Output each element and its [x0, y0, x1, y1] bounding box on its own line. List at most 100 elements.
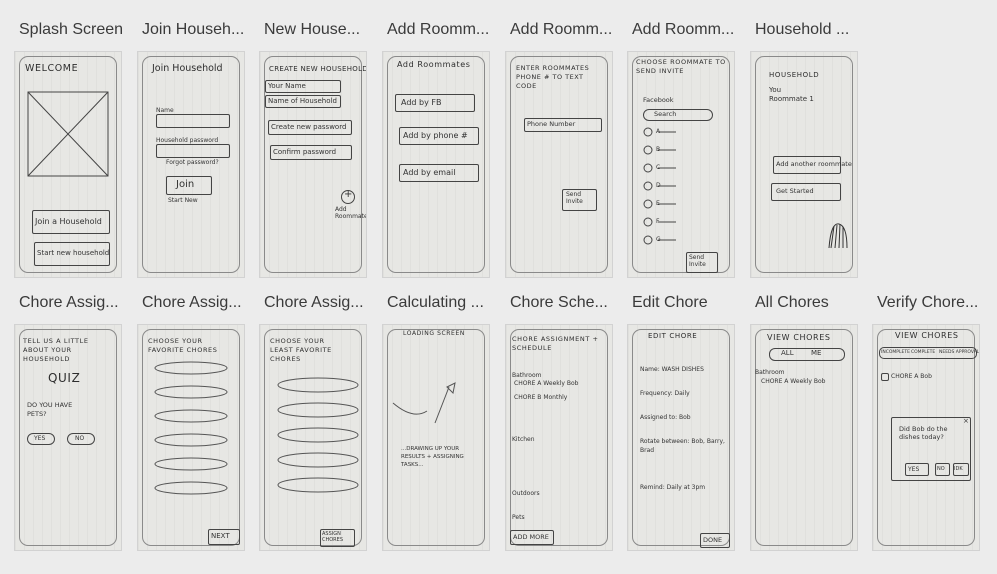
- screen-title: Verify Chore...: [877, 294, 979, 311]
- add-icon: +: [344, 189, 353, 200]
- list-item: B: [656, 146, 661, 153]
- chore-ovals: [154, 361, 228, 495]
- tab-incomplete: INCOMPLETE: [881, 350, 910, 355]
- loading-wand-icon: [392, 382, 456, 424]
- sketch-field: Name of Household: [268, 97, 337, 105]
- screen-title: Add Roomm...: [632, 21, 735, 38]
- screen-thumbnail: HOUSEHOLD You Roommate 1 Add another roo…: [751, 52, 857, 277]
- screen-thumbnail: Add Roommates Add by FB Add by phone # A…: [383, 52, 489, 277]
- screen-thumbnail: VIEW CHORES INCOMPLETE COMPLETE NEEDS AP…: [873, 325, 979, 550]
- sketch-answer: IDK: [954, 466, 963, 472]
- sketch-answer: YES: [908, 466, 920, 473]
- screen-title: Chore Sche...: [510, 294, 608, 311]
- screen-thumbnail: Join Household Name Household password F…: [138, 52, 244, 277]
- sketch-answer: NO: [937, 466, 945, 472]
- sketch-field: Phone Number: [527, 120, 576, 128]
- sketch-section: Bathroom: [755, 369, 785, 376]
- sketch-header: VIEW CHORES: [895, 331, 959, 340]
- sketch-button: Add by FB: [401, 98, 442, 107]
- list-item: A: [656, 128, 661, 135]
- screen-thumbnail: CHOOSE ROOMMATE TO SEND INVITE Facebook …: [628, 52, 734, 277]
- screen-thumbnail: VIEW CHORES ALL ME Bathroom CHORE A Week…: [751, 325, 857, 550]
- screen-thumbnail: TELL US A LITTLE ABOUT YOUR HOUSEHOLD QU…: [15, 325, 121, 550]
- sketch-button: DONE: [703, 536, 723, 544]
- screen-title: New House...: [264, 21, 361, 38]
- list-item: C: [656, 164, 661, 171]
- sketch-link: Forgot password?: [166, 159, 219, 166]
- sketch-answer: NO: [75, 435, 85, 442]
- dialog-text: Did Bob do the dishes today?: [899, 425, 948, 441]
- screen-title: Add Roomm...: [387, 21, 490, 38]
- screen-thumbnail: ENTER ROOMMATES PHONE # TO TEXT CODE Pho…: [506, 52, 612, 277]
- sketch-button: Send Invite: [566, 191, 583, 205]
- sketch-header: EDIT CHORE: [648, 332, 698, 340]
- sketch-button: NEXT: [211, 532, 230, 540]
- checkbox-icon: [881, 373, 889, 381]
- screen-title: Edit Chore: [632, 294, 708, 311]
- sketch-row: CHORE A Weekly Bob: [514, 380, 579, 387]
- chore-ovals: [277, 377, 359, 493]
- sketch-header: CREATE NEW HOUSEHOLD: [269, 65, 366, 73]
- sketch-field: Assigned to: Bob: [640, 414, 691, 421]
- list-item: F: [656, 218, 660, 225]
- list-item: E: [656, 200, 660, 207]
- wireframe-gallery: Splash Screen WELCOME Join a Household S…: [0, 0, 997, 574]
- screen-thumbnail: CHOOSE YOUR LEAST FAVORITE CHORES ASSIGN…: [260, 325, 366, 550]
- tab-needs-approval: NEEDS APPROVAL: [939, 350, 979, 355]
- scribble-avatar-icon: [828, 223, 848, 249]
- screen-thumbnail: CHOOSE YOUR FAVORITE CHORES NEXT: [138, 325, 244, 550]
- sketch-field: Confirm password: [273, 148, 337, 156]
- screen-title: Chore Assig...: [264, 294, 364, 311]
- sketch-link: Start New: [168, 197, 198, 204]
- sketch-header: Join Household: [152, 63, 223, 74]
- screen-thumbnail: WELCOME Join a Household Start new house…: [15, 52, 121, 277]
- sketch-title: QUIZ: [48, 371, 81, 385]
- list-item: D: [656, 182, 661, 189]
- sketch-answer: YES: [34, 435, 46, 442]
- sketch-button: Add by phone #: [403, 131, 468, 140]
- sketch-header: ENTER ROOMMATES PHONE # TO TEXT CODE: [516, 64, 590, 90]
- sketch-header: CHORE ASSIGNMENT + SCHEDULE: [512, 335, 599, 352]
- sketch-label: Add Roommate: [335, 206, 366, 220]
- sketch-field: Remind: Daily at 3pm: [640, 484, 706, 491]
- close-icon: ×: [963, 417, 969, 425]
- sketch-section: Pets: [512, 514, 525, 521]
- sketch-header: Add Roommates: [397, 60, 471, 69]
- tab-complete: COMPLETE: [911, 350, 936, 355]
- screen-title: Household ...: [755, 21, 850, 38]
- sketch-field: Create new password: [271, 123, 347, 131]
- sketch-field: Rotate between: Bob, Barry, Brad: [640, 438, 725, 454]
- screen-title: Calculating ...: [387, 294, 484, 311]
- sketch-button: ADD MORE: [513, 533, 549, 541]
- sketch-button: ASSIGN CHORES: [322, 531, 343, 543]
- sketch-button: Join: [176, 179, 195, 190]
- sketch-text: ...DRAWING UP YOUR RESULTS + ASSIGNING T…: [401, 446, 464, 468]
- screen-title: Chore Assig...: [142, 294, 242, 311]
- sketch-button: Start new household: [37, 249, 110, 257]
- screen-title: Chore Assig...: [19, 294, 119, 311]
- sketch-field: Your Name: [268, 82, 306, 90]
- sketch-button: Add by email: [403, 168, 456, 177]
- tab-all: ALL: [781, 349, 794, 357]
- sketch-question: DO YOU HAVE PETS?: [27, 401, 73, 418]
- screen-title: Add Roomm...: [510, 21, 613, 38]
- sketch-header: VIEW CHORES: [767, 333, 831, 342]
- sketch-section: Outdoors: [512, 490, 540, 497]
- sketch-row: CHORE A Weekly Bob: [761, 378, 826, 385]
- sketch-section: Kitchen: [512, 436, 535, 443]
- list-item: G: [656, 236, 661, 243]
- screen-thumbnail: EDIT CHORE Name: WASH DISHES Frequency: …: [628, 325, 734, 550]
- sketch-field: Frequency: Daily: [640, 390, 690, 397]
- sketch-button: Send Invite: [689, 254, 706, 268]
- tab-me: ME: [811, 349, 822, 357]
- screen-thumbnail: CREATE NEW HOUSEHOLD Your Name Name of H…: [260, 52, 366, 277]
- sketch-field: Name: WASH DISHES: [640, 366, 704, 373]
- sketch-header: TELL US A LITTLE ABOUT YOUR HOUSEHOLD: [23, 337, 89, 363]
- sketch-row: CHORE A Bob: [891, 373, 932, 380]
- name-list-radios: [643, 127, 676, 245]
- sketch-row: CHORE B Monthly: [514, 394, 568, 401]
- screen-title: Join Househ...: [142, 21, 245, 38]
- screen-thumbnail: LOADING SCREEN ...DRAWING UP YOUR RESULT…: [383, 325, 489, 550]
- screen-thumbnail: CHORE ASSIGNMENT + SCHEDULE Bathroom CHO…: [506, 325, 612, 550]
- sketch-button: Join a Household: [35, 217, 102, 226]
